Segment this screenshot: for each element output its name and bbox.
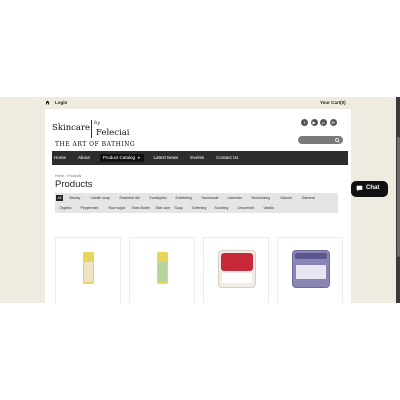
product-label-image — [84, 262, 93, 282]
main-container: Skincare by Feleciai THE ART OF BATHING … — [45, 109, 351, 303]
filter-tag[interactable]: Natural — [279, 195, 293, 201]
page-viewport: Login Your Cart(0) Skincare by Feleciai … — [0, 97, 400, 303]
filter-tag[interactable]: Organic — [58, 205, 73, 211]
nav-latest-news[interactable]: Latest News — [148, 151, 185, 165]
scrollbar-thumb[interactable] — [396, 137, 400, 257]
product-image[interactable] — [157, 252, 168, 284]
breadcrumb: Home › Products — [55, 174, 81, 178]
social-links: f ▶ p ✉ — [301, 119, 337, 126]
facebook-icon[interactable]: f — [301, 119, 308, 126]
filter-tag[interactable]: Oatmeal — [300, 195, 316, 201]
youtube-icon[interactable]: ▶ — [310, 119, 318, 126]
pinterest-icon[interactable]: p — [320, 119, 327, 126]
filter-tag[interactable]: Exfoliating — [174, 195, 193, 201]
filter-tag[interactable]: Raw sugar — [107, 205, 127, 211]
chat-button[interactable]: Chat — [351, 181, 388, 197]
nav-product-catalog-label: Product Catalog — [102, 155, 136, 160]
product-jar-contents — [221, 253, 253, 271]
site-logo[interactable]: Skincare by Feleciai THE ART OF BATHING — [52, 120, 147, 152]
logo-divider — [91, 120, 92, 138]
scrollbar[interactable] — [396, 97, 400, 303]
product-image[interactable] — [83, 252, 94, 284]
filter-tag[interactable]: Soap — [173, 205, 184, 211]
product-card[interactable] — [203, 237, 269, 303]
filter-tag[interactable]: Soothing — [213, 205, 230, 211]
email-icon[interactable]: ✉ — [329, 119, 337, 126]
product-jar-lid — [295, 253, 327, 259]
product-grid — [55, 237, 345, 303]
filter-tag[interactable]: Beauty — [68, 195, 82, 201]
product-image[interactable] — [292, 250, 330, 288]
product-jar-label — [222, 273, 252, 283]
filter-tag[interactable]: Eucalyptus — [148, 195, 168, 201]
logo-by: by — [94, 120, 101, 126]
filter-tag[interactable]: Castile soap — [89, 195, 111, 201]
breadcrumb-current: Products — [67, 174, 82, 178]
filter-tag[interactable]: All — [56, 195, 63, 201]
filter-tag[interactable]: Peppermint — [79, 205, 100, 211]
product-label-image — [158, 262, 167, 282]
top-bar: Login Your Cart(0) — [0, 97, 400, 108]
nav-events[interactable]: Events — [184, 151, 210, 165]
product-card[interactable] — [277, 237, 343, 303]
home-icon[interactable] — [45, 100, 50, 105]
filter-tag[interactable]: Lavender — [226, 195, 244, 201]
cart-link[interactable]: Your Cart(0) — [320, 100, 346, 105]
product-jar-label — [296, 265, 326, 279]
nav-product-catalog[interactable]: Product Catalog ▼ — [99, 154, 144, 162]
search-icon[interactable] — [335, 137, 340, 143]
logo-tagline: THE ART OF BATHING — [55, 141, 136, 148]
filter-tag[interactable]: Shea Butter — [130, 205, 151, 211]
filter-tag[interactable]: Vanilla — [262, 205, 275, 211]
filter-tag[interactable]: Essential oils — [118, 195, 141, 201]
search-input[interactable] — [298, 136, 343, 144]
breadcrumb-home[interactable]: Home — [55, 174, 64, 178]
page-title: Products — [55, 179, 93, 190]
nav-about[interactable]: About — [72, 151, 96, 165]
product-image[interactable] — [218, 250, 256, 288]
main-nav: Home About Product Catalog ▼ Latest News … — [52, 151, 348, 165]
nav-contact[interactable]: Contact Us — [210, 151, 244, 165]
nav-home[interactable]: Home — [52, 151, 72, 165]
filter-tag[interactable]: Handmade — [200, 195, 220, 201]
chat-label: Chat — [366, 185, 380, 191]
tag-filters: All Beauty Castile soap Essential oils E… — [55, 193, 338, 213]
filter-tag[interactable]: Moisturizing — [250, 195, 272, 201]
filter-tag[interactable]: Softening — [190, 205, 208, 211]
logo-name: Feleciai — [96, 128, 130, 138]
product-card[interactable] — [55, 237, 121, 303]
product-card[interactable] — [129, 237, 195, 303]
chevron-down-icon: ▼ — [137, 156, 141, 160]
filter-tag[interactable]: Unscented — [236, 205, 256, 211]
filter-tag[interactable]: Skin care — [154, 205, 172, 211]
logo-skincare: Skincare — [52, 123, 91, 133]
chat-bubble-icon — [356, 185, 363, 192]
login-link[interactable]: Login — [55, 100, 67, 105]
